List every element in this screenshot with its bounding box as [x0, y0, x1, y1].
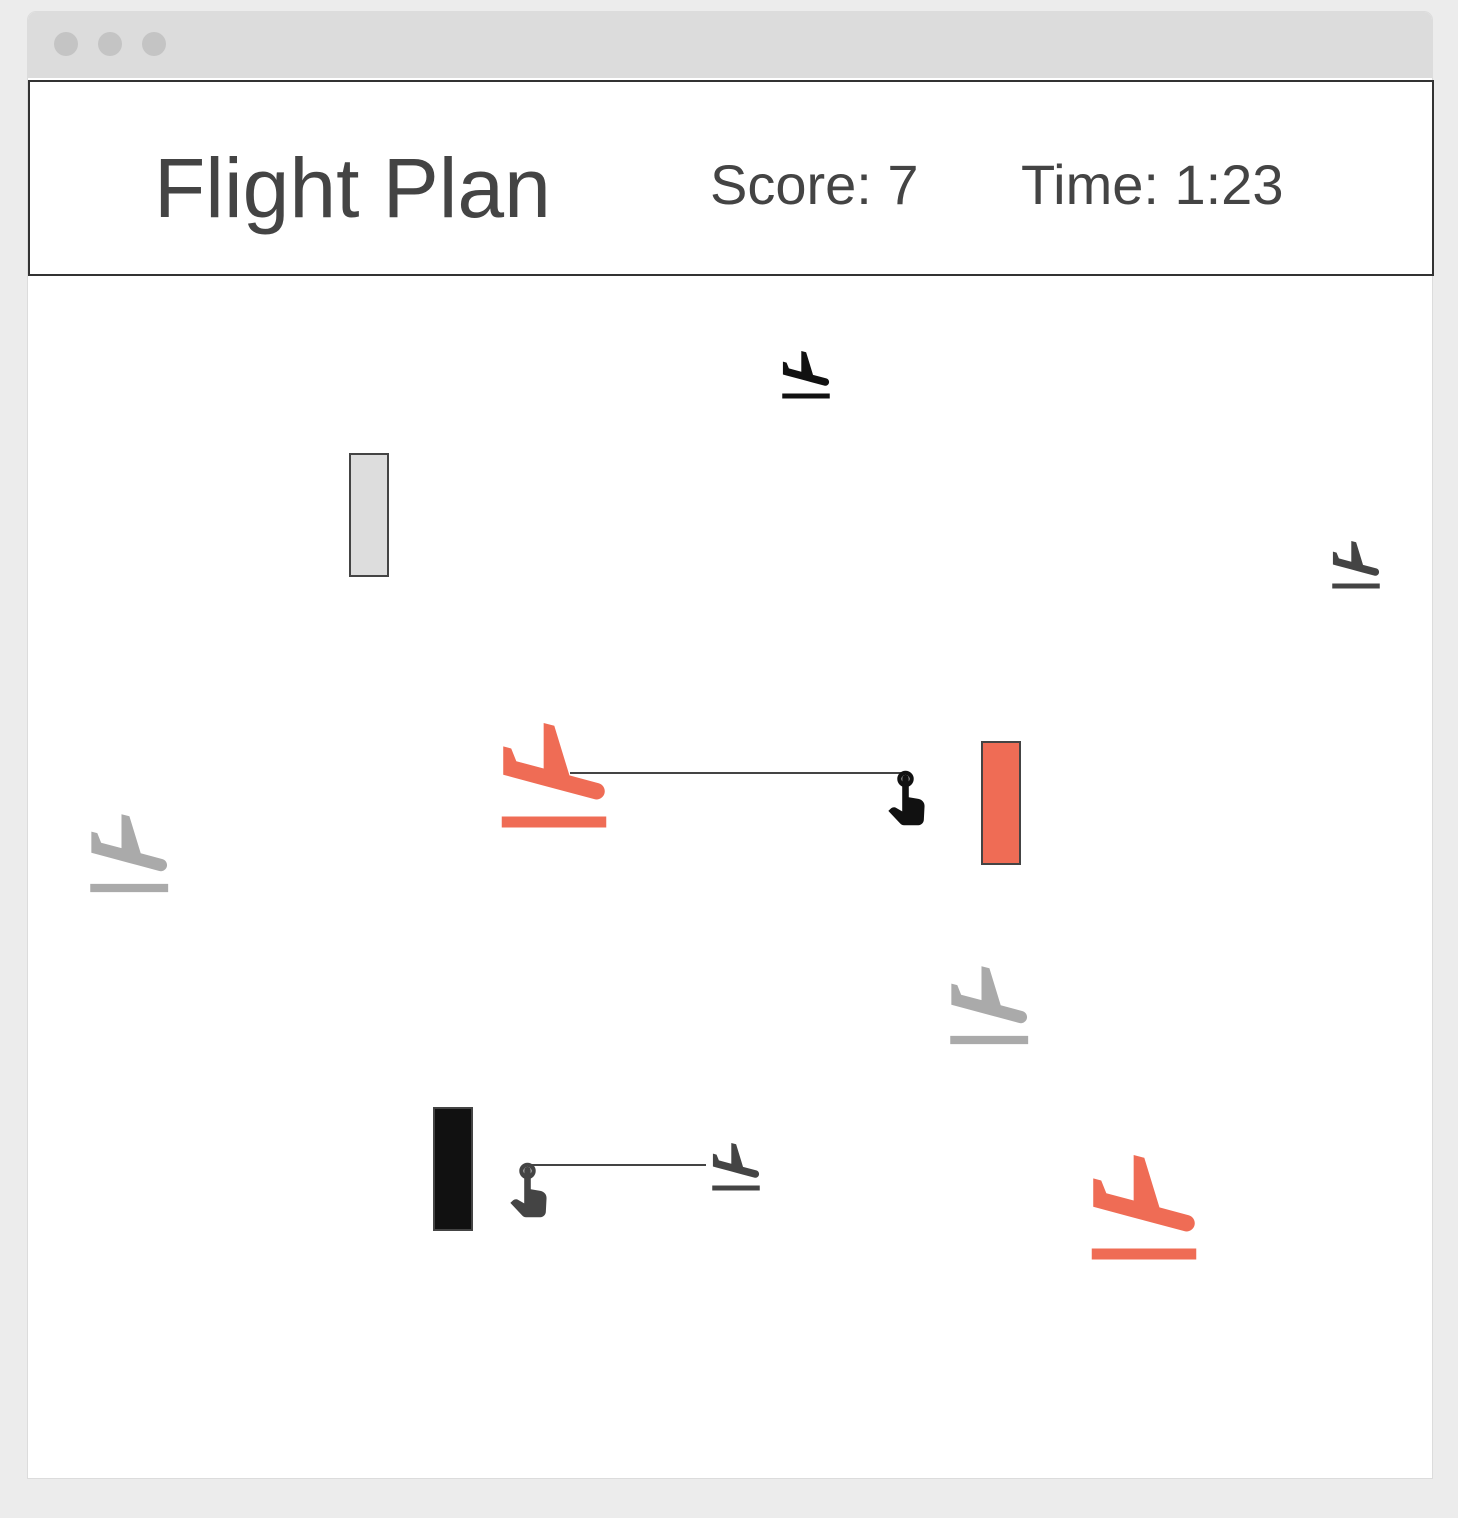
game-title: Flight Plan	[154, 141, 551, 235]
runway-black[interactable]	[433, 1107, 473, 1231]
game-header: Flight Plan Score: 7 Time: 1:23	[28, 80, 1434, 276]
airspace-playfield[interactable]	[28, 276, 1432, 1478]
runway-gray[interactable]	[349, 453, 389, 577]
plane-dark-icon[interactable]	[1332, 541, 1380, 589]
plane-orange-icon[interactable]	[1091, 1155, 1197, 1260]
time-display: Time: 1:23	[1021, 153, 1284, 216]
score-display: Score: 7	[710, 153, 919, 216]
runway-orange[interactable]	[981, 741, 1021, 865]
plane-black-icon[interactable]	[782, 351, 830, 399]
window-minimize-dot[interactable]	[98, 32, 122, 56]
plane-gray-icon[interactable]	[950, 966, 1029, 1045]
window-maximize-dot[interactable]	[142, 32, 166, 56]
plane-orange-icon[interactable]	[501, 723, 607, 828]
game-window: Flight Plan Score: 7 Time: 1:23	[28, 12, 1434, 1478]
plane-dark-icon[interactable]	[712, 1143, 760, 1191]
window-titlebar	[28, 12, 1432, 78]
airspace-canvas[interactable]	[28, 276, 1432, 1478]
plane-gray-icon[interactable]	[90, 814, 169, 893]
window-close-dot[interactable]	[54, 32, 78, 56]
touch-hand-icon	[510, 1165, 546, 1217]
touch-hand-icon	[888, 773, 924, 825]
